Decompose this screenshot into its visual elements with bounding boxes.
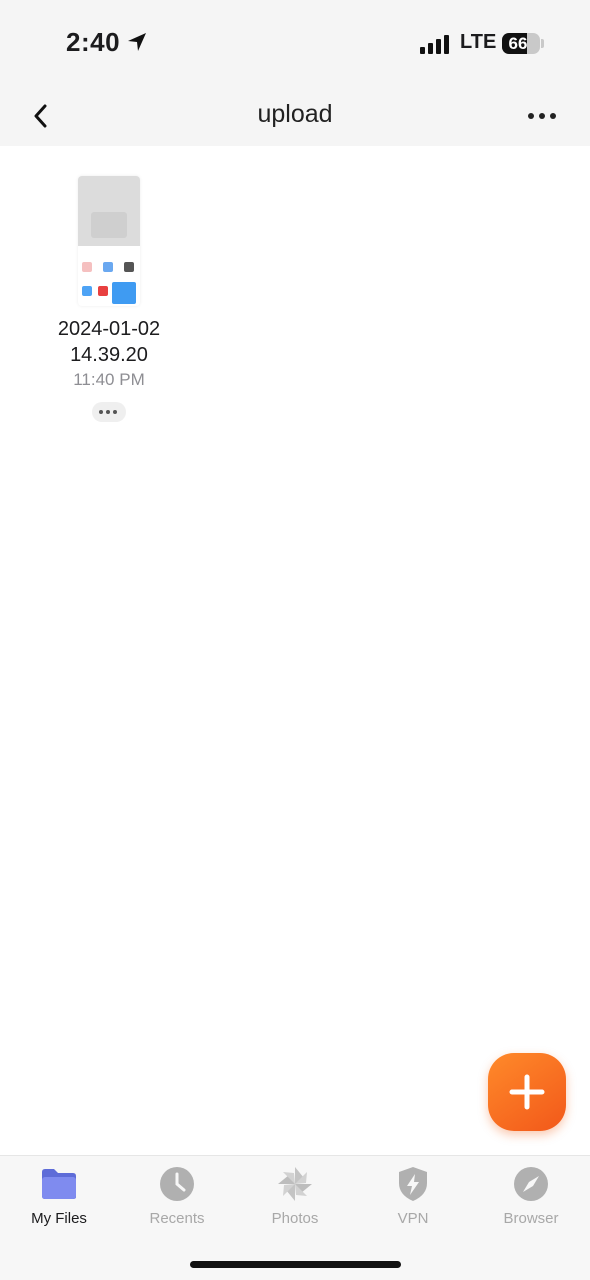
file-name: 2024-01-02 14.39.20	[57, 318, 161, 366]
tab-recents[interactable]: Recents	[118, 1156, 236, 1236]
ellipsis-icon	[528, 113, 534, 119]
shield-bolt-icon	[399, 1167, 427, 1201]
file-thumbnail	[78, 176, 140, 306]
folder-icon	[42, 1169, 76, 1199]
tab-label: Browser	[503, 1210, 559, 1227]
screen: 2:40 LTE 66 upload 2024-01-02 14.39.20 1…	[0, 0, 590, 1280]
location-arrow-icon	[128, 33, 146, 51]
more-options-button[interactable]	[522, 100, 562, 132]
file-more-button[interactable]	[92, 402, 126, 422]
pinwheel-icon	[278, 1167, 312, 1201]
tab-label: Recents	[149, 1210, 205, 1227]
plus-icon	[509, 1074, 545, 1110]
nav-bar: upload	[0, 88, 590, 146]
battery-icon: 66	[502, 33, 540, 54]
page-title: upload	[257, 100, 333, 128]
status-time: 2:40	[66, 27, 121, 57]
carrier-label: LTE	[460, 31, 497, 53]
tab-browser[interactable]: Browser	[472, 1156, 590, 1236]
battery-cap	[541, 39, 544, 48]
tab-label: My Files	[31, 1210, 87, 1227]
status-bar: 2:40 LTE 66	[0, 0, 590, 88]
tab-label: VPN	[397, 1210, 429, 1227]
home-indicator	[190, 1261, 401, 1268]
add-button[interactable]	[488, 1053, 566, 1131]
clock-icon	[160, 1167, 194, 1201]
tab-label: Photos	[271, 1210, 319, 1227]
compass-icon	[514, 1167, 548, 1201]
signal-bars-icon	[420, 35, 449, 54]
more-dots-icon	[99, 410, 103, 414]
tab-my-files[interactable]: My Files	[0, 1156, 118, 1236]
tab-vpn[interactable]: VPN	[354, 1156, 472, 1236]
tab-photos[interactable]: Photos	[236, 1156, 354, 1236]
battery-level: 66	[508, 34, 528, 53]
file-time: 11:40 PM	[73, 370, 145, 389]
